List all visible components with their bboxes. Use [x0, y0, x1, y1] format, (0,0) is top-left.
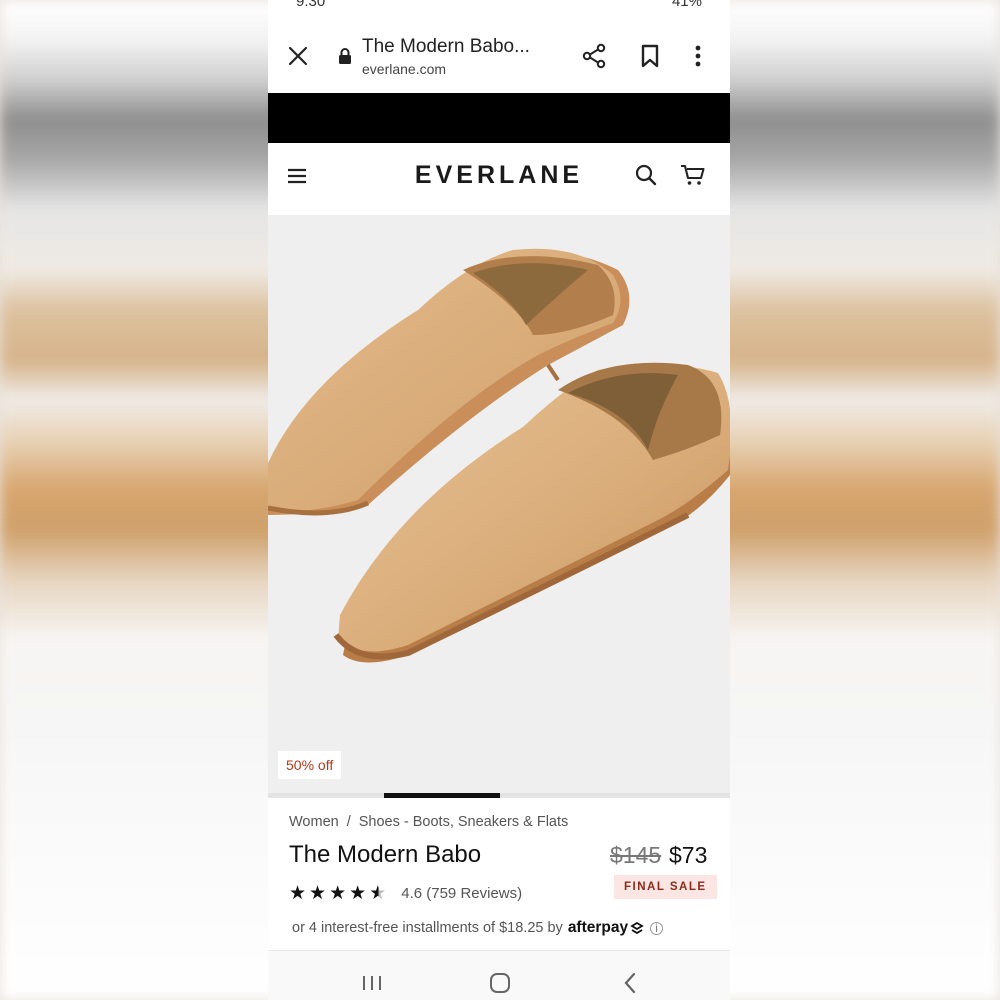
rating-text: 4.6 (759 Reviews) — [401, 885, 523, 902]
afterpay-note[interactable]: or 4 interest-free installments of $18.2… — [292, 919, 664, 937]
breadcrumb-women[interactable]: Women — [289, 814, 339, 830]
final-sale-badge: FINAL SALE — [614, 875, 717, 899]
home-icon[interactable] — [488, 971, 512, 995]
half-star-icon: ★ — [369, 883, 387, 904]
star-icon: ★ — [349, 883, 367, 904]
back-icon[interactable] — [618, 971, 642, 995]
product-image[interactable]: 50% off — [268, 215, 730, 795]
rating[interactable]: ★ ★ ★ ★ ★ 4.6 (759 Reviews) — [289, 882, 522, 905]
carousel-indicator[interactable] — [268, 793, 730, 798]
sale-price: $73 — [669, 842, 708, 868]
announcement-bar — [268, 93, 730, 143]
product-name: The Modern Babo — [289, 841, 482, 868]
lock-icon — [338, 47, 352, 65]
cart-icon[interactable] — [680, 163, 710, 191]
page-title: The Modern Babo... — [362, 35, 530, 57]
recent-apps-icon[interactable] — [360, 971, 384, 995]
breadcrumb-shoes[interactable]: Shoes - Boots, Sneakers & Flats — [359, 814, 569, 830]
share-icon[interactable] — [574, 36, 614, 76]
status-bar: 9:30 41% — [268, 0, 730, 12]
close-icon[interactable] — [280, 38, 316, 74]
more-vertical-icon[interactable] — [678, 36, 718, 76]
afterpay-text: or 4 interest-free installments of $18.2… — [292, 920, 563, 936]
shoe-illustration — [268, 248, 730, 663]
star-rating: ★ ★ ★ ★ ★ — [289, 882, 389, 905]
domain-label: everlane.com — [362, 60, 447, 77]
search-icon[interactable] — [634, 163, 662, 191]
url-block[interactable]: The Modern Babo... everlane.com — [362, 36, 558, 77]
info-icon[interactable]: i — [650, 921, 664, 935]
product-info: Women / Shoes - Boots, Sneakers & Flats Th… — [268, 800, 730, 950]
star-icon: ★ — [309, 883, 327, 904]
afterpay-logo: afterpay — [567, 919, 629, 936]
carousel-active-indicator — [384, 793, 500, 798]
status-time: 9:30 — [296, 0, 326, 10]
star-icon: ★ — [329, 883, 347, 904]
battery-level: 41% — [671, 0, 702, 10]
afterpay-arrows-icon — [630, 922, 644, 934]
browser-toolbar: The Modern Babo... everlane.com — [268, 20, 730, 92]
phone-screen: 9:30 41% The Modern Babo... everlane.com — [268, 0, 730, 1000]
site-header: EVERLANE — [268, 143, 730, 215]
system-nav-bar — [268, 950, 730, 1000]
star-icon: ★ — [289, 883, 307, 904]
bookmark-icon[interactable] — [630, 36, 670, 76]
breadcrumb: Women / Shoes - Boots, Sneakers & Flats — [289, 814, 568, 830]
original-price: $145 — [610, 842, 662, 868]
breadcrumb-separator: / — [346, 814, 351, 830]
discount-badge: 50% off — [278, 751, 342, 779]
